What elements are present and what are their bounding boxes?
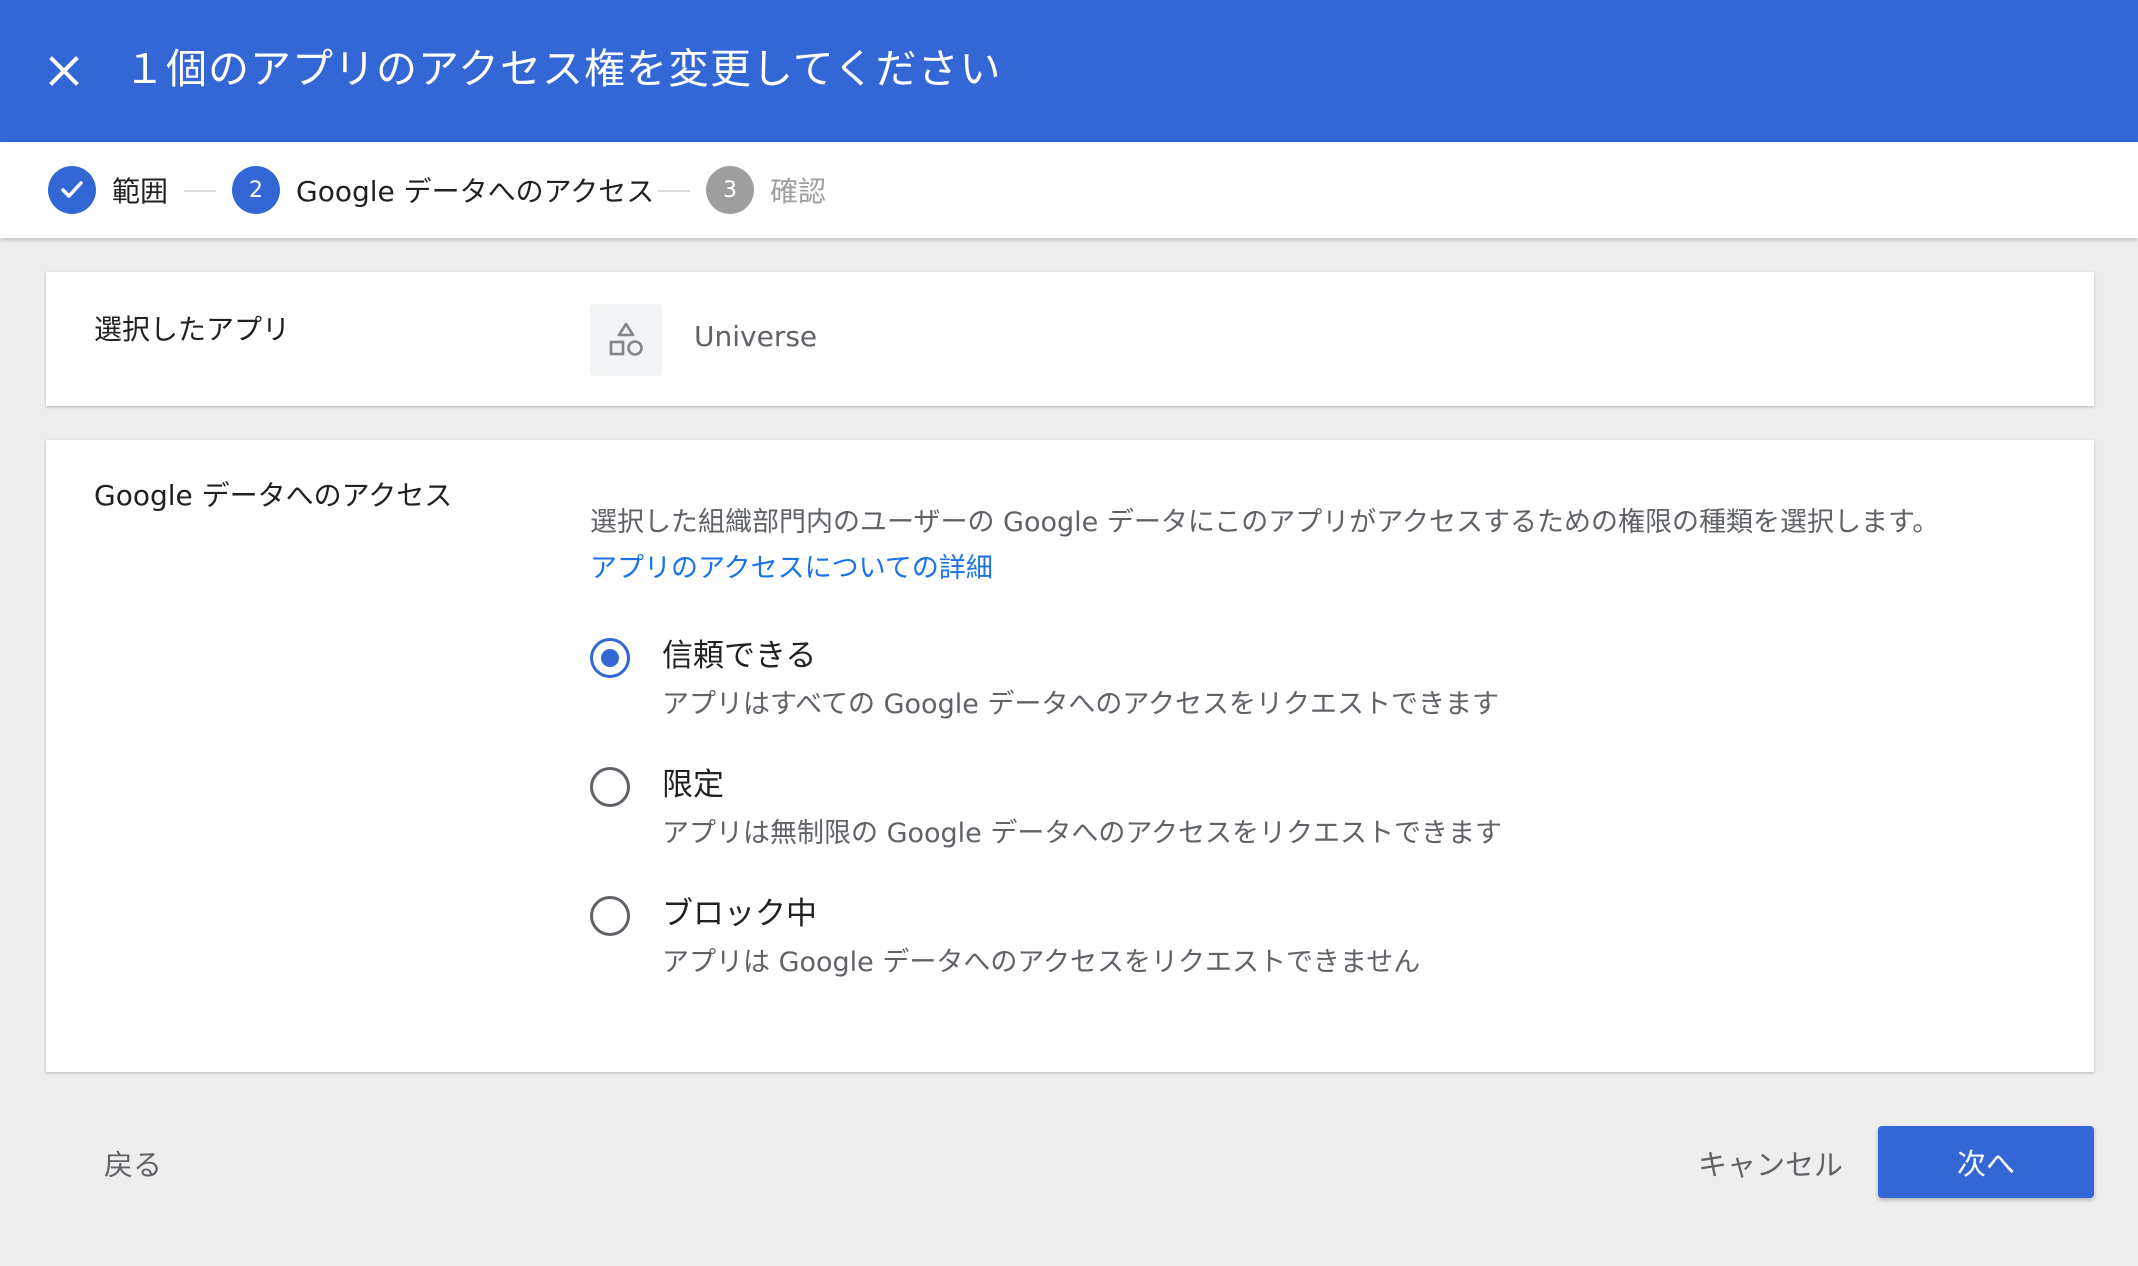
option-title: 限定: [662, 767, 724, 803]
option-limited[interactable]: 限定 アプリは無制限の Google データへのアクセスをリクエストできます: [590, 759, 1890, 869]
access-section-label: Google データへのアクセス: [94, 479, 453, 512]
step-google-data-access[interactable]: 2 Google データへのアクセス: [232, 166, 654, 214]
stepper: 範囲 2 Google データへのアクセス 3 確認: [0, 142, 2138, 238]
step-number-circle: 2: [232, 166, 280, 214]
close-icon: [49, 56, 79, 86]
option-title: 信頼できる: [662, 638, 817, 674]
step-label-google-data-access: Google データへのアクセス: [296, 175, 655, 208]
app-icon-tile: [590, 304, 662, 376]
page-title: １個のアプリのアクセス権を変更してください: [124, 45, 1002, 93]
close-button[interactable]: [40, 40, 88, 102]
radio-blocked[interactable]: [590, 896, 630, 936]
option-description: アプリは無制限の Google データへのアクセスをリクエストできます: [662, 818, 1503, 849]
app-name: Universe: [694, 320, 818, 353]
selected-app-label: 選択したアプリ: [94, 313, 291, 346]
option-description: アプリは Google データへのアクセスをリクエストできません: [662, 947, 1421, 978]
step-scope[interactable]: 範囲: [48, 166, 168, 214]
google-data-access-card: Google データへのアクセス 選択した組織部門内のユーザーの Google …: [46, 440, 2094, 1072]
step-connector: [658, 190, 690, 192]
check-icon: [61, 181, 83, 198]
access-description: 選択した組織部門内のユーザーの Google データにこのアプリがアクセスするた…: [590, 507, 1940, 538]
step-label-confirm: 確認: [770, 175, 827, 208]
next-button[interactable]: 次へ: [1878, 1126, 2094, 1198]
option-title: ブロック中: [662, 896, 817, 932]
cancel-button[interactable]: キャンセル: [1698, 1142, 1843, 1184]
option-description: アプリはすべての Google データへのアクセスをリクエストできます: [662, 689, 1500, 720]
option-blocked[interactable]: ブロック中 アプリは Google データへのアクセスをリクエストできません: [590, 888, 1890, 998]
back-button[interactable]: 戻る: [104, 1142, 162, 1184]
app-shapes-icon: [609, 322, 643, 356]
option-trusted[interactable]: 信頼できる アプリはすべての Google データへのアクセスをリクエストできま…: [590, 630, 1890, 740]
step-label-scope: 範囲: [112, 175, 169, 208]
step-completed-circle: [48, 166, 96, 214]
selected-app-card: 選択したアプリ Universe: [46, 272, 2094, 406]
radio-limited[interactable]: [590, 767, 630, 807]
dialog-header: １個のアプリのアクセス権を変更してください: [0, 0, 2138, 142]
step-connector: [184, 190, 216, 192]
step-confirm[interactable]: 3 確認: [706, 166, 826, 214]
radio-selected-dot: [601, 649, 619, 667]
step-number-circle: 3: [706, 166, 754, 214]
radio-trusted[interactable]: [590, 638, 630, 678]
learn-more-link[interactable]: アプリのアクセスについての詳細: [590, 546, 993, 585]
